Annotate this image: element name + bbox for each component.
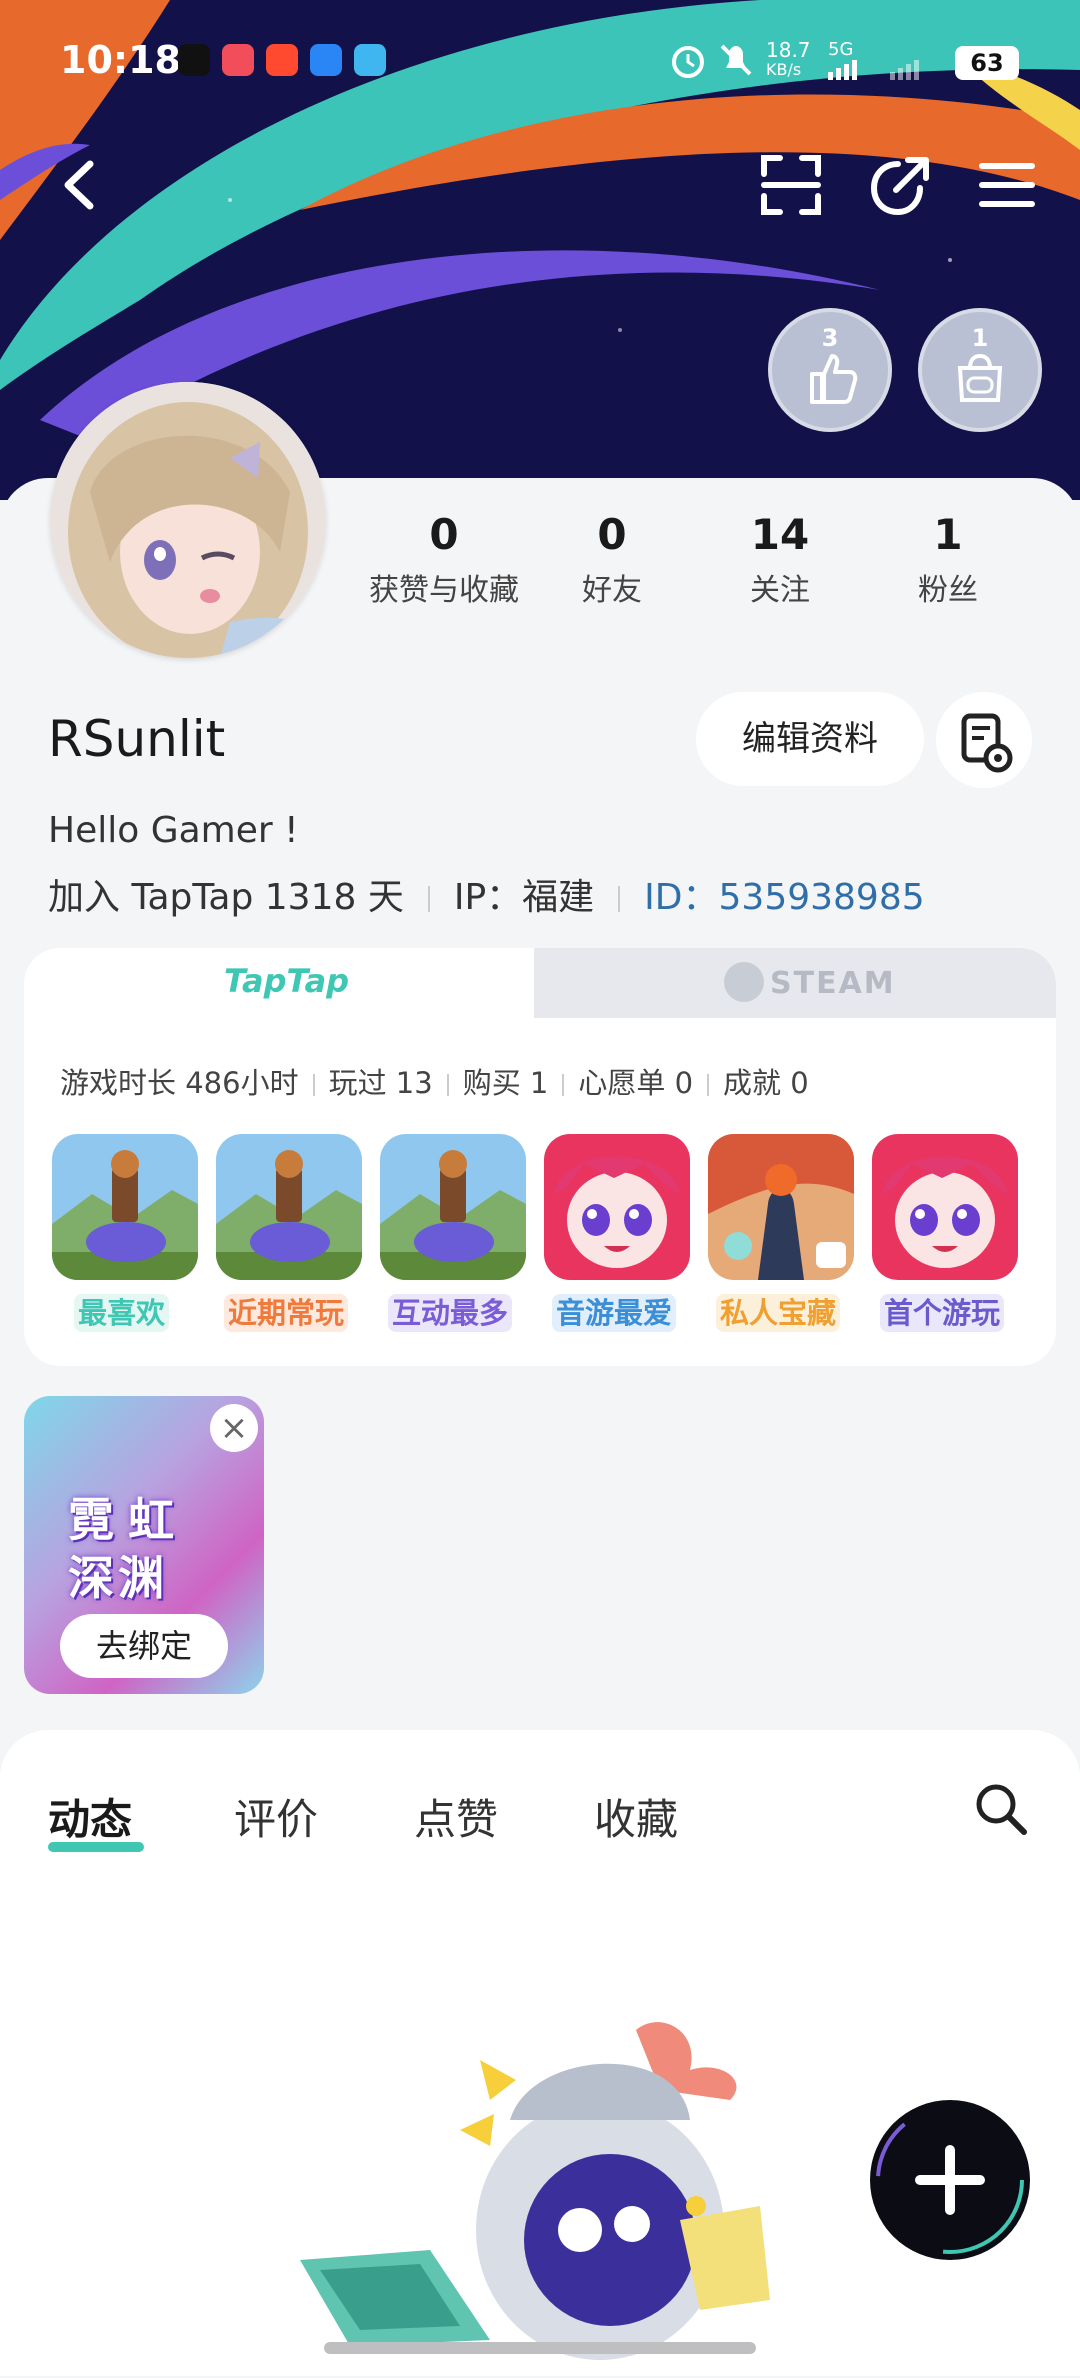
game-tile-label: 最喜欢 [74,1294,170,1332]
stat-friends-label: 好友 [582,573,642,608]
dead-cells-game-icon [708,1134,854,1280]
search-icon[interactable] [970,1778,1030,1838]
telegram-app-icon [354,44,386,76]
terraria-game-icon [216,1134,362,1280]
stat-followers-label: 粉丝 [918,573,978,608]
likes-badge-count: 3 [821,324,839,352]
game-card: TapTap STEAM 游戏时长 486小时 玩过 13 购买 1 心愿单 0 成就 … [24,948,1056,1366]
avatar[interactable] [50,382,326,658]
content-section: 动态 评价 点赞 收藏 [0,1730,1080,2376]
game-tile-label: 私人宝藏 [716,1294,841,1332]
share-icon[interactable] [866,150,936,220]
tab-steam-label[interactable]: STEAM [770,966,896,1001]
join-days: 加入 TapTap 1318 天 [48,877,404,918]
terraria-game-icon [52,1134,198,1280]
net-speed-value: 18.7 [766,38,811,62]
user-id[interactable]: ID：535938985 [644,877,924,918]
played-badge-count: 1 [971,324,989,352]
stat-following-value: 14 [750,510,810,559]
stat-following[interactable]: 14 关注 [690,510,870,609]
tab-reviews[interactable]: 评价 [234,1786,318,1847]
played-count: 玩过 13 [328,1066,433,1100]
bind-account-button[interactable]: 去绑定 [60,1614,228,1678]
stat-following-label: 关注 [750,573,810,608]
promo-card[interactable]: 霓虹 深渊 × 去绑定 [24,1396,264,1694]
anime-girl-game-icon [544,1134,690,1280]
thumbs-up-icon [810,354,858,404]
played-badge[interactable]: 1 [918,308,1042,432]
active-tab-indicator [48,1842,144,1852]
ip-location: IP：福建 [453,877,595,918]
stat-friends-value: 0 [597,510,627,559]
game-tile-favorite[interactable] [52,1134,198,1280]
battery-indicator: 63 [955,46,1019,80]
tab-posts[interactable]: 动态 [48,1786,132,1847]
gamepad-bag-icon [957,353,1003,402]
game-tile-label: 近期常玩 [224,1294,349,1332]
signal-strength-icon [828,60,919,80]
mute-bell-icon [720,44,752,76]
divider [562,1074,565,1096]
close-icon[interactable]: × [210,1404,258,1452]
game-tile-treasure[interactable] [708,1134,854,1280]
stat-followers[interactable]: 1 粉丝 [858,510,1038,609]
divider [446,1074,449,1096]
bio-text: Hello Gamer ! [48,810,299,851]
empty-state-illustration [300,2022,770,2360]
achievements-count: 成就 0 [723,1066,809,1100]
back-icon[interactable] [46,150,116,220]
tab-taptap[interactable]: TapTap [224,962,349,1000]
divider [312,1074,315,1096]
profile-settings-button[interactable] [936,692,1032,788]
scan-icon[interactable] [756,150,826,220]
divider [427,886,430,912]
likes-badge[interactable]: 3 [768,308,892,432]
net-speed-unit: KB/s [766,60,802,79]
document-gear-icon [961,713,1013,773]
purchased-count: 购买 1 [462,1066,549,1100]
plus-icon [876,2106,1024,2254]
app-notification-icon [222,44,254,76]
steam-icon [724,962,764,1002]
stat-likes-collections[interactable]: 0 获赞与收藏 [354,510,534,609]
game-tile-label: 互动最多 [388,1294,513,1332]
game-tile-label: 音游最爱 [552,1294,677,1332]
tiktok-app-icon [178,44,210,76]
game-stats[interactable]: 游戏时长 486小时 玩过 13 购买 1 心愿单 0 成就 0 [60,1060,809,1102]
stat-likes-label: 获赞与收藏 [369,573,519,608]
menu-icon[interactable] [972,150,1042,220]
game-tile-interactive[interactable] [380,1134,526,1280]
avatar-image [50,382,326,658]
profile-meta: 加入 TapTap 1318 天 IP：福建 ID：535938985 [48,868,925,920]
divider [618,886,621,912]
tab-favorites[interactable]: 收藏 [594,1786,678,1847]
game-tile-first[interactable] [872,1134,1018,1280]
home-indicator[interactable] [324,2342,756,2354]
username: RSunlit [48,710,226,768]
alarm-icon [672,46,704,78]
stat-followers-value: 1 [933,510,963,559]
wishlist-count: 心愿单 0 [578,1066,694,1100]
tab-likes[interactable]: 点赞 [414,1786,498,1847]
status-time: 10:18 [60,38,181,82]
edit-profile-button[interactable]: 编辑资料 [696,692,924,786]
promo-title-line2: 深渊 [68,1551,168,1605]
game-tile-label: 首个游玩 [880,1294,1005,1332]
promo-title-line1: 霓虹 [68,1493,188,1547]
play-time: 游戏时长 486小时 [60,1066,299,1100]
game-tile-music[interactable] [544,1134,690,1280]
anime-girl-game-icon [872,1134,1018,1280]
create-post-button[interactable] [870,2100,1030,2260]
stat-friends[interactable]: 0 好友 [522,510,702,609]
terraria-game-icon [380,1134,526,1280]
browser-app-icon [310,44,342,76]
divider [707,1074,710,1096]
stat-likes-value: 0 [429,510,459,559]
game-tile-recent[interactable] [216,1134,362,1280]
reddit-app-icon [266,44,298,76]
